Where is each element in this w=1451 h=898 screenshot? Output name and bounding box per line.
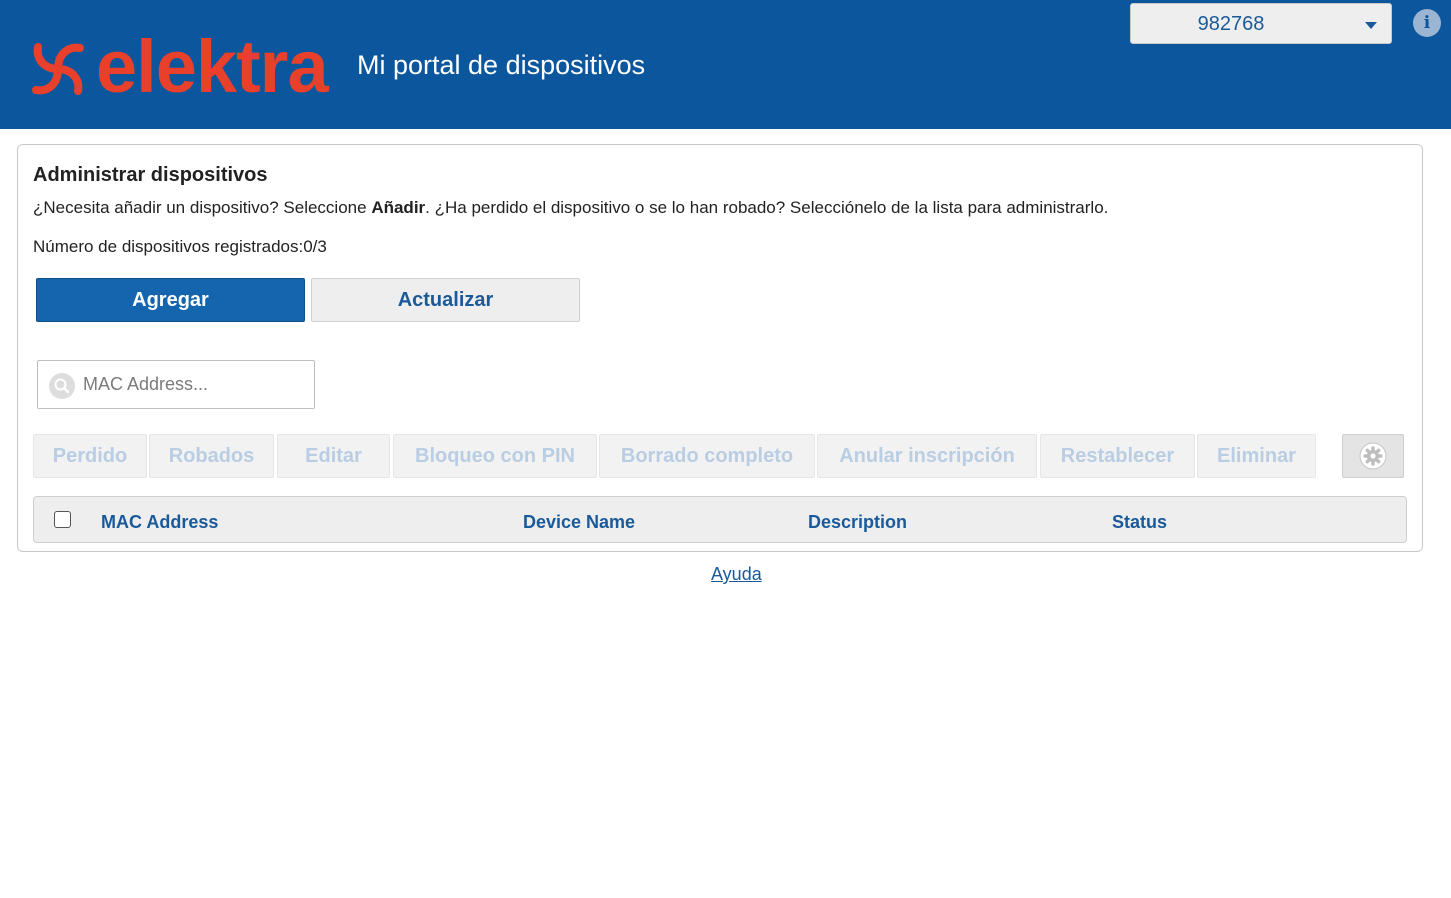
search-icon <box>49 373 75 399</box>
user-select[interactable]: 982768 <box>1130 3 1392 44</box>
intro-text-part1: ¿Necesita añadir un dispositivo? Selecci… <box>33 198 372 217</box>
panel-title: Administrar dispositivos <box>33 164 268 186</box>
pin-lock-button[interactable]: Bloqueo con PIN <box>393 434 597 478</box>
portal-title: Mi portal de dispositivos <box>357 50 646 80</box>
column-header-description[interactable]: Description <box>808 512 907 533</box>
reset-button[interactable]: Restablecer <box>1040 434 1195 478</box>
settings-button[interactable] <box>1342 434 1404 478</box>
help-link[interactable]: Ayuda <box>711 564 762 585</box>
add-button[interactable]: Agregar <box>36 278 305 322</box>
delete-button[interactable]: Eliminar <box>1197 434 1316 478</box>
gear-icon <box>1359 442 1387 470</box>
device-count: Número de dispositivos registrados:0/3 <box>33 237 327 256</box>
search-box <box>37 360 315 409</box>
lost-button[interactable]: Perdido <box>33 434 147 478</box>
pinwheel-logo-icon <box>32 43 84 95</box>
device-table-header: MAC Address Device Name Description Stat… <box>33 496 1407 543</box>
intro-text-part2: . ¿Ha perdido el dispositivo o se lo han… <box>425 198 1109 217</box>
column-header-device-name[interactable]: Device Name <box>523 512 635 533</box>
edit-button[interactable]: Editar <box>277 434 390 478</box>
user-select-value: 982768 <box>1197 13 1265 35</box>
intro-text: ¿Necesita añadir un dispositivo? Selecci… <box>33 198 1108 218</box>
info-icon[interactable]: i <box>1413 9 1441 37</box>
select-all-checkbox[interactable] <box>54 511 71 528</box>
app-header: elektra Mi portal de dispositivos 982768… <box>0 0 1451 129</box>
elektra-logo: elektra <box>24 25 329 108</box>
stolen-button[interactable]: Robados <box>149 434 274 478</box>
manage-devices-panel: Administrar dispositivos ¿Necesita añadi… <box>17 144 1423 552</box>
column-header-status[interactable]: Status <box>1112 512 1167 533</box>
column-header-mac-address[interactable]: MAC Address <box>101 512 218 533</box>
mac-search-input[interactable] <box>83 370 303 398</box>
chevron-down-icon <box>1365 22 1377 29</box>
brand-wordmark: elektra <box>96 25 329 108</box>
refresh-button[interactable]: Actualizar <box>311 278 580 322</box>
intro-text-bold: Añadir <box>371 198 426 217</box>
full-wipe-button[interactable]: Borrado completo <box>599 434 815 478</box>
unenroll-button[interactable]: Anular inscripción <box>817 434 1037 478</box>
